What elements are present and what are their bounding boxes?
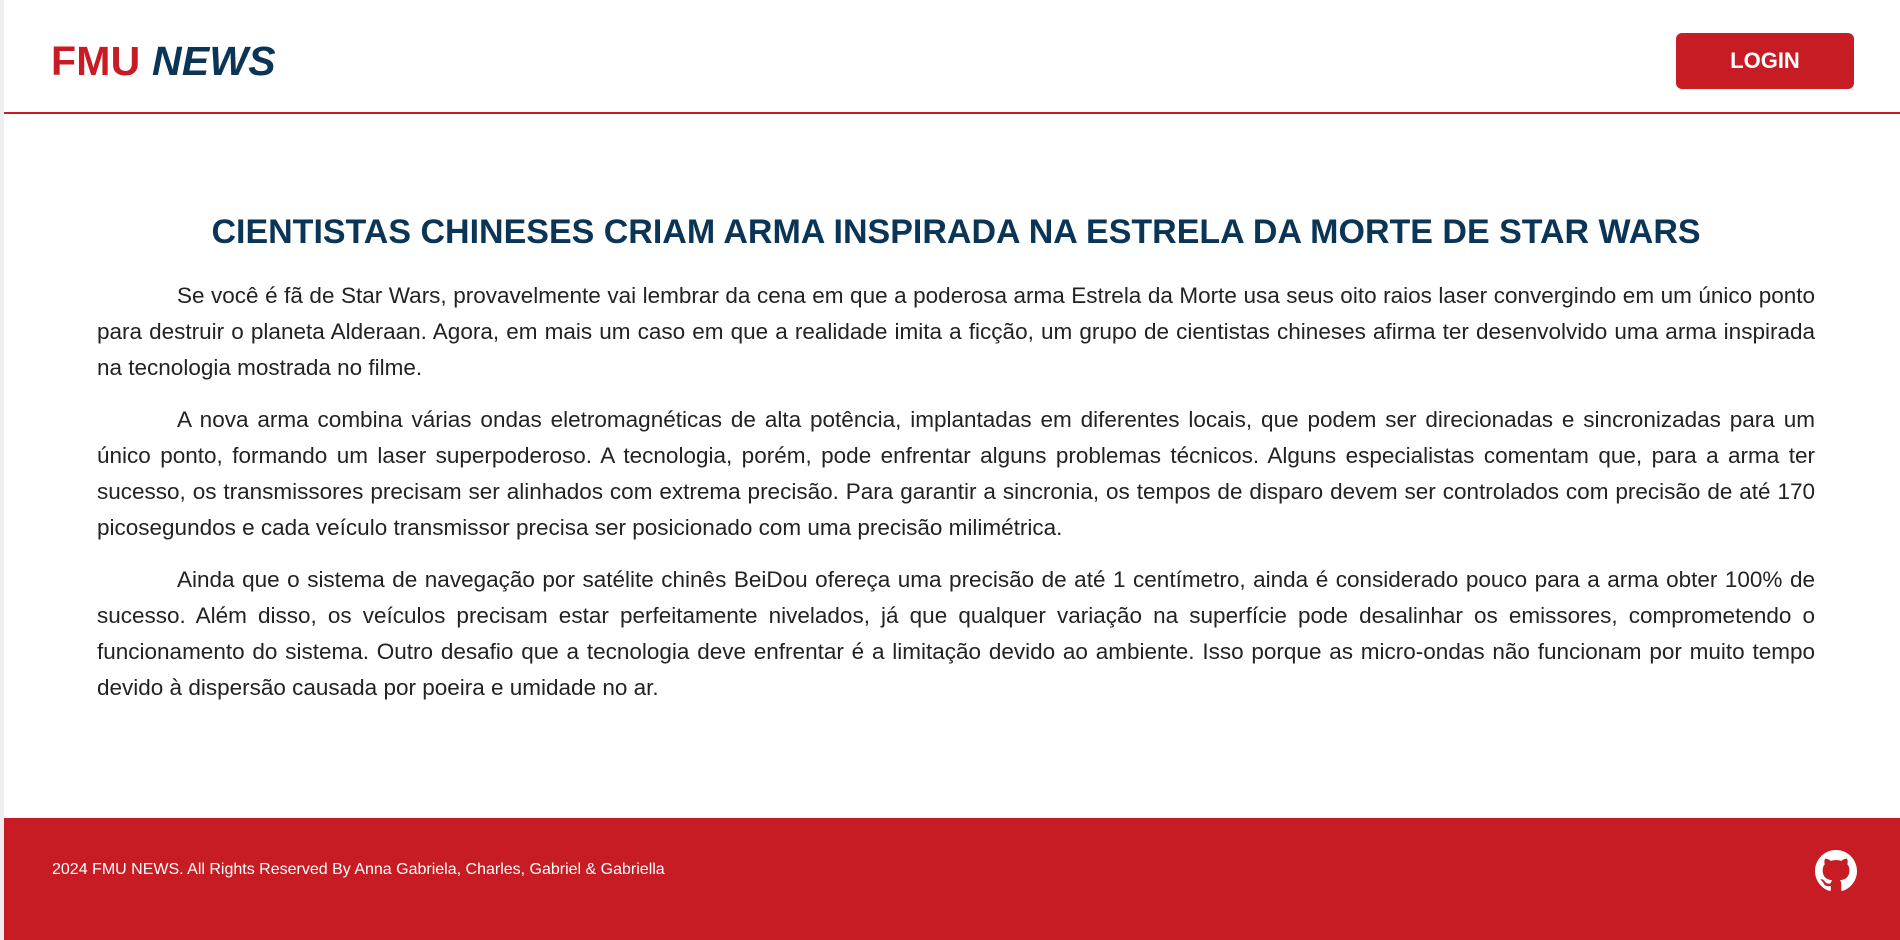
article: CIENTISTAS CHINESES CRIAM ARMA INSPIRADA… (97, 204, 1815, 722)
login-button[interactable]: LOGIN (1676, 33, 1854, 89)
github-icon[interactable] (1815, 850, 1857, 892)
site-logo[interactable]: FMU NEWS (51, 36, 276, 86)
footer-copyright: 2024 FMU NEWS. All Rights Reserved By An… (52, 861, 665, 878)
logo-text-news: NEWS (152, 38, 276, 84)
site-footer: 2024 FMU NEWS. All Rights Reserved By An… (4, 818, 1900, 940)
article-paragraph: Ainda que o sistema de navegação por sat… (97, 567, 1815, 700)
article-title: CIENTISTAS CHINESES CRIAM ARMA INSPIRADA… (211, 213, 1701, 251)
page: FMU NEWS LOGIN CIENTISTAS CHINESES CRIAM… (0, 0, 1900, 940)
logo-text-fmu: FMU (51, 38, 141, 84)
site-header: FMU NEWS LOGIN (4, 0, 1900, 114)
article-paragraph: A nova arma combina várias ondas eletrom… (97, 407, 1815, 540)
article-paragraph: Se você é fã de Star Wars, provavelmente… (97, 283, 1815, 380)
